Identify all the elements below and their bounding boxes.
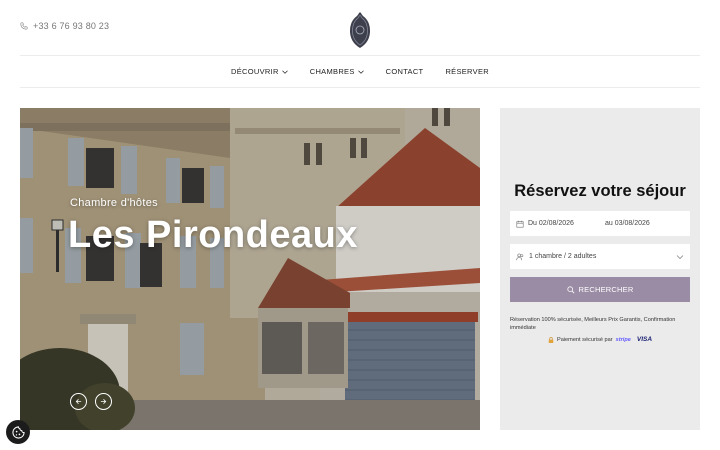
chevron-down-icon (281, 70, 288, 74)
phone-contact[interactable]: +33 6 76 93 80 23 (20, 21, 109, 31)
calendar-icon (516, 220, 524, 228)
date-from-value: Du 02/08/2026 (528, 220, 574, 227)
main-nav: DÉCOUVRIR CHAMBRES CONTACT RÉSERVER (20, 56, 700, 88)
crest-logo-icon (350, 12, 370, 48)
chevron-down-icon (357, 70, 364, 74)
search-button-label: RECHERCHER (578, 285, 634, 294)
site-logo[interactable] (348, 11, 372, 49)
search-button[interactable]: RECHERCHER (510, 277, 690, 302)
nav-decouvrir-label: DÉCOUVRIR (231, 67, 279, 76)
slider-next-button[interactable] (95, 393, 112, 410)
chevron-down-icon (676, 255, 684, 260)
nav-contact[interactable]: CONTACT (386, 67, 424, 76)
nav-decouvrir[interactable]: DÉCOUVRIR (231, 67, 288, 76)
booking-panel: Réservez votre séjour Du 02/08/2026 au 0… (500, 108, 700, 430)
guests-value: 1 chambre / 2 adultes (529, 253, 597, 260)
date-to-value[interactable]: au 03/08/2026 (605, 220, 650, 227)
hero-title: Les Pirondeaux (68, 214, 358, 256)
nav-reserver[interactable]: RÉSERVER (445, 67, 489, 76)
visa-logo: VISA (636, 336, 653, 343)
lock-icon (548, 336, 554, 343)
secure-payment: Paiement sécurisé par stripe VISA (500, 336, 700, 343)
guests-select[interactable]: 1 chambre / 2 adultes (510, 244, 690, 269)
cookie-settings-button[interactable] (6, 420, 30, 444)
phone-icon (20, 22, 28, 30)
cookie-icon (11, 425, 25, 439)
date-range-field[interactable]: Du 02/08/2026 au 03/08/2026 (510, 211, 690, 236)
booking-title: Réservez votre séjour (514, 182, 686, 200)
top-header: +33 6 76 93 80 23 (20, 0, 700, 56)
search-icon (566, 285, 575, 293)
users-icon (516, 253, 524, 260)
nav-chambres-label: CHAMBRES (309, 67, 355, 76)
hero-photo (20, 108, 480, 430)
hero-slider: Chambre d'hôtes Les Pirondeaux (20, 108, 480, 430)
date-from[interactable]: Du 02/08/2026 (516, 220, 574, 228)
secure-label: Paiement sécurisé par (556, 336, 613, 343)
phone-number: +33 6 76 93 80 23 (33, 21, 110, 31)
arrow-right-icon (100, 399, 107, 404)
stripe-logo: stripe (615, 336, 631, 343)
nav-chambres[interactable]: CHAMBRES (310, 67, 364, 76)
slider-prev-button[interactable] (70, 393, 87, 410)
nav-contact-label: CONTACT (385, 67, 424, 76)
hero-subtitle: Chambre d'hôtes (70, 197, 158, 209)
nav-reserver-label: RÉSERVER (445, 67, 489, 76)
arrow-left-icon (75, 399, 82, 404)
booking-note: Réservation 100% sécurisée, Meilleurs Pr… (510, 317, 676, 331)
